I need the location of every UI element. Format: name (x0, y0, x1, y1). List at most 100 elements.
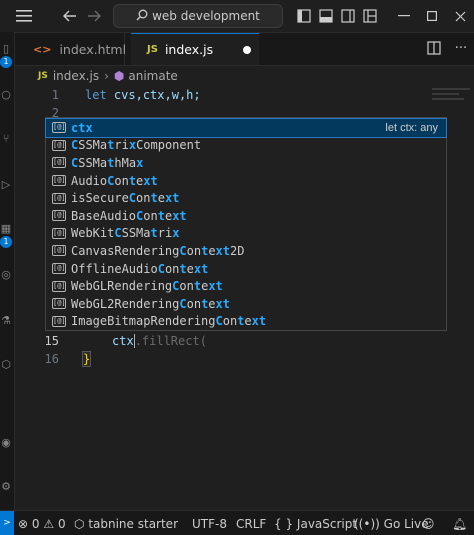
source-control-icon[interactable]: ⑂ (0, 132, 12, 146)
search-text: web development (152, 9, 260, 23)
remote-explorer-icon[interactable]: ◎ (0, 268, 12, 282)
activity-bar: ▯ 1 ○ ⑂ ▷ ▦ 1 ◎ ⚗ ⬡ ◉ ⚙ (0, 32, 15, 510)
language-mode[interactable]: { } JavaScript (274, 515, 357, 532)
suggestion-match: t (201, 296, 209, 311)
toggle-primary-sidebar-icon[interactable] (294, 6, 314, 26)
unsaved-dot-icon[interactable] (243, 46, 251, 54)
go-live-button[interactable]: ((•)) Go Live (354, 515, 429, 532)
suggestion-item[interactable]: [@] ctx let ctx: any (45, 118, 447, 138)
suggestion-match: t (179, 261, 187, 276)
suggestion-item[interactable]: [@] WebGL2Rendering Con t e xt (46, 295, 446, 313)
language-label: JavaScript (296, 516, 358, 531)
variable-icon: [@] (52, 210, 66, 222)
menu-icon[interactable] (14, 6, 34, 26)
breadcrumb-symbol[interactable]: animate (128, 69, 177, 83)
identifier: ctx (112, 334, 134, 348)
code-line[interactable]: ctx.fillRect( (112, 334, 207, 348)
toggle-secondary-sidebar-icon[interactable] (338, 6, 358, 26)
suggestion-item[interactable]: [@] C SSMa t hMa x (46, 154, 446, 172)
tabnine-icon[interactable]: ⬡ (0, 358, 12, 372)
toggle-panel-icon[interactable] (316, 6, 336, 26)
suggestion-item[interactable]: [@] Audio Con t e xt (46, 172, 446, 190)
extensions-icon[interactable]: ▦ (0, 222, 12, 236)
code-line[interactable]: let cvs,ctx,w,h; (85, 88, 201, 102)
search-view-icon[interactable]: ○ (0, 88, 12, 102)
variable-icon: [@] (52, 315, 66, 327)
suggestion-match: t (107, 138, 115, 153)
suggestion-item[interactable]: [@] Canvas Rendering Con t e xt 2D (46, 242, 446, 260)
suggestion-item[interactable]: [@] WebKit C SSMa t ri x (46, 225, 446, 243)
suggestion-text: on (222, 314, 238, 329)
suggestion-text: Audio (71, 173, 108, 188)
problems-indicator[interactable]: ⊗ 0 ⚠ 0 (18, 515, 66, 532)
suggestion-text: SSMa (78, 155, 108, 170)
suggestion-match: t (237, 314, 245, 329)
explorer-icon[interactable]: ▯ (0, 42, 12, 56)
suggestion-match: t (128, 173, 137, 188)
more-actions-icon[interactable]: ··· (453, 41, 469, 57)
suggestion-text: BaseAudio (71, 208, 137, 223)
suggestion-match: t (193, 279, 202, 294)
suggestion-text: ri (114, 138, 129, 153)
suggestion-text: SSMa (121, 226, 151, 241)
tab-index-html[interactable]: <> index.html (15, 33, 126, 65)
tab-label: index.js (164, 42, 214, 57)
variable-icon: [@] (52, 192, 66, 204)
suggestion-item[interactable]: [@] ImageBitmapRendering Con t e xt (46, 313, 446, 331)
suggestion-item[interactable]: [@] WebGLRendering Con t e xt (46, 277, 446, 295)
suggestion-match: xt (215, 243, 230, 258)
js-file-icon: JS (147, 44, 158, 55)
command-center-search[interactable]: web development (113, 4, 283, 28)
html-file-icon: <> (33, 42, 52, 56)
suggestion-item[interactable]: [@] C SSMa t ri x Component (46, 137, 446, 155)
variable-icon: [@] (52, 245, 66, 257)
forward-arrow-icon[interactable] (84, 6, 104, 26)
suggestion-match: xt (193, 261, 209, 276)
manage-gear-icon[interactable]: ⚙ (0, 480, 12, 494)
split-editor-icon[interactable] (426, 41, 442, 57)
tab-index-js[interactable]: JS index.js (131, 33, 259, 65)
minimize-icon[interactable] (394, 6, 414, 26)
end-of-line[interactable]: CRLF (236, 515, 266, 532)
identifier-list: cvs,ctx,w,h; (113, 88, 201, 102)
variable-icon: [@] (52, 227, 66, 239)
suggestion-item[interactable]: [@] BaseAudio Con t e xt (46, 207, 446, 225)
vscode-window: web development ▯ 1 ○ ⑂ ▷ ▦ 1 ◎ ⚗ ⬡ ◉ ⚙ … (0, 0, 474, 535)
suggestion-match: C (179, 296, 187, 311)
remote-indicator-icon[interactable]: >< (0, 511, 14, 535)
line-number: 15 (44, 334, 59, 348)
accounts-icon[interactable]: ◉ (0, 436, 12, 450)
breadcrumb-file[interactable]: index.js (53, 69, 99, 83)
suggestion-text: ri (157, 226, 173, 241)
suggestion-item[interactable]: [@] isSecure Con t e xt (46, 189, 446, 207)
suggestion-text: Canvas (71, 243, 115, 258)
tabnine-label: tabnine starter (88, 516, 178, 531)
suggestion-match: C (136, 208, 144, 223)
suggestion-text: on (143, 208, 158, 223)
suggestion-detail: let ctx: any (385, 121, 438, 134)
encoding[interactable]: UTF-8 (192, 515, 227, 532)
status-bar: >< ⊗ 0 ⚠ 0 ⬡ tabnine starter UTF-8 CRLF … (0, 510, 474, 535)
suggestion-text: WebGLRendering (71, 279, 173, 294)
customize-layout-icon[interactable] (360, 6, 380, 26)
run-debug-icon[interactable]: ▷ (0, 178, 12, 192)
suggestion-text: on (186, 243, 202, 258)
feedback-icon[interactable]: ☺ (422, 515, 435, 532)
maximize-icon[interactable] (422, 6, 442, 26)
suggest-widget: [@] ctx let ctx: any [@] C SSMa t ri x Compone… (45, 117, 447, 331)
suggestion-text: e (208, 243, 216, 258)
suggestion-item[interactable]: [@] OfflineAudio Con t e xt (46, 260, 446, 278)
testing-icon[interactable]: ⚗ (0, 314, 12, 328)
notifications-bell-icon[interactable]: 🔔︎ (452, 515, 467, 532)
back-arrow-icon[interactable] (60, 6, 80, 26)
suggestion-text: e (244, 314, 252, 329)
suggestion-text: e (186, 261, 194, 276)
suggestion-match: xt (164, 191, 180, 206)
suggestion-match: C (172, 279, 180, 294)
breadcrumb-chevron-icon: › (104, 69, 109, 83)
line-number: 16 (44, 352, 59, 366)
close-window-icon[interactable] (450, 6, 470, 26)
search-icon (136, 9, 148, 24)
tabnine-status[interactable]: ⬡ tabnine starter (74, 515, 178, 532)
js-file-icon: JS (38, 71, 48, 81)
